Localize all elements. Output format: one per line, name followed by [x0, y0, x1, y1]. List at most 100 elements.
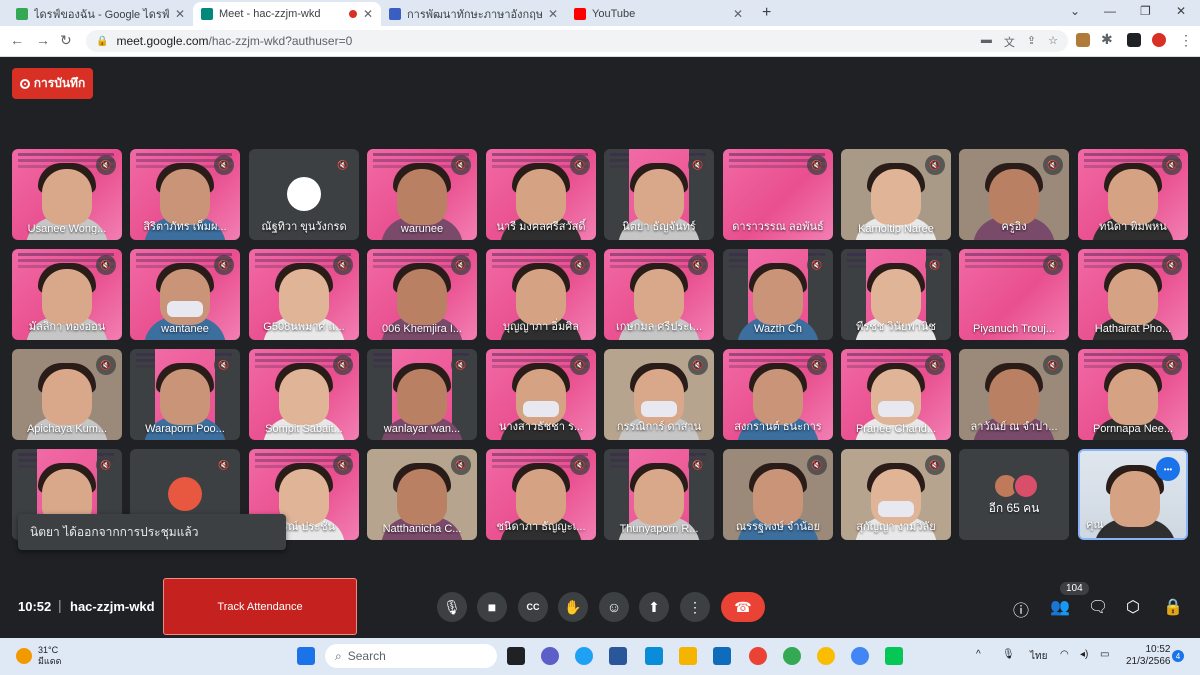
participant-tile[interactable]: 🔇 G508นพมาศ แ... [249, 249, 359, 340]
weather-widget[interactable]: 31°C มีแดด [16, 645, 61, 667]
participant-tile[interactable]: 🔇 เกษกมล ศรีประเ... [604, 249, 714, 340]
microphone-tray-icon[interactable]: 🎙 [1002, 649, 1015, 660]
new-tab-icon[interactable]: + [762, 4, 771, 22]
participant-tile[interactable]: 🔇 Piyanuch Trouj... [959, 249, 1069, 340]
chrome-profile-icon[interactable] [783, 647, 801, 665]
participant-tile[interactable]: 🔇 สงกรานต์ ธนะการ [723, 349, 833, 440]
participant-tile[interactable]: อีก 65 คน [959, 449, 1069, 540]
participant-tile[interactable]: 🔇 Pranee Chand... [841, 349, 951, 440]
input-language[interactable]: ไทย [1030, 649, 1047, 664]
notification-badge[interactable]: 4 [1172, 650, 1184, 662]
window-close-icon[interactable]: ✕ [1176, 4, 1186, 18]
mail-icon[interactable] [713, 647, 731, 665]
reload-icon[interactable]: ↻ [60, 32, 72, 49]
camera-icon[interactable]: ▬ [981, 34, 992, 50]
tab-youtube[interactable]: YouTube ✕ [566, 2, 751, 26]
participant-tile[interactable]: 🔇 สุกัญญา งามวิลัย [841, 449, 951, 540]
microphone-button[interactable]: 🎙 [437, 592, 467, 622]
participant-tile[interactable]: 🔇 กรรณิการ์ ดาสาน [604, 349, 714, 440]
close-icon[interactable]: ✕ [363, 7, 373, 21]
back-icon[interactable]: ← [10, 32, 24, 48]
participant-tile[interactable]: 🔇 wantanee [130, 249, 240, 340]
captions-button[interactable]: CC [518, 592, 548, 622]
taskbar-search[interactable]: ⌕ Search [325, 644, 497, 668]
side-panel-icon[interactable] [1127, 33, 1141, 47]
participant-tile[interactable]: 🔇 Wazth Ch [723, 249, 833, 340]
tab-meet[interactable]: Meet - hac-zzjm-wkd ✕ [193, 2, 381, 26]
participant-tile[interactable]: 🔇 สิริตาภัทร เพ็มผ... [130, 149, 240, 240]
chrome-icon[interactable] [749, 647, 767, 665]
edge-icon[interactable] [575, 647, 593, 665]
participant-tile[interactable]: 🔇 ณัฐทิวา ขุนวังกรด [249, 149, 359, 240]
participant-tile[interactable]: 🔇 ทนิดา พิมพหน [1078, 149, 1188, 240]
participant-tile[interactable]: 🔇 นิตยา ธัญจันทร์ [604, 149, 714, 240]
people-icon[interactable]: 👥 [1050, 597, 1070, 617]
address-bar[interactable]: 🔒 meet.google.com/hac-zzjm-wkd?authuser=… [86, 30, 1068, 52]
chrome-profile-icon[interactable] [851, 647, 869, 665]
more-options-icon[interactable]: ••• [1156, 457, 1180, 481]
volume-icon[interactable]: ◂) [1080, 649, 1088, 660]
tab-english-course[interactable]: การพัฒนาทักษะภาษาอังกฤษ English ✕ [381, 2, 566, 26]
participant-tile[interactable]: 🔇 Apichaya Kum... [12, 349, 122, 440]
lock-icon[interactable]: 🔒 [96, 36, 108, 47]
restore-icon[interactable]: ❐ [1140, 4, 1151, 18]
menu-kebab-icon[interactable]: ⋮ [1179, 32, 1193, 49]
participant-tile[interactable]: 🔇 ดาราวรรณ ลอพันธ์ [723, 149, 833, 240]
more-options-button[interactable]: ⋮ [680, 592, 710, 622]
participant-tile[interactable]: 🔇 warunee [367, 149, 477, 240]
participant-tile[interactable]: 🔇 ณรรฐพงษ์ จำน้อย [723, 449, 833, 540]
leave-call-button[interactable]: ☎ [721, 592, 765, 622]
extensions-puzzle-icon[interactable]: ✱ [1101, 31, 1113, 48]
battery-icon[interactable]: ▭ [1100, 649, 1109, 660]
word-icon[interactable] [609, 647, 627, 665]
share-icon[interactable]: ⇪ [1027, 34, 1036, 50]
tab-search-icon[interactable]: ⌄ [1070, 4, 1080, 18]
close-icon[interactable]: ✕ [175, 7, 185, 21]
participant-tile[interactable]: 🔇 นารี มงคลศรีสวัสดิ์ [486, 149, 596, 240]
participant-tile[interactable]: 🔇 Kamoltip Naree [841, 149, 951, 240]
participant-tile[interactable]: ••• คุณ [1078, 449, 1188, 540]
participant-tile[interactable]: 🔇 006 Khemjira I... [367, 249, 477, 340]
participant-tile[interactable]: 🔇 บุญญาภา อิ่มศิล [486, 249, 596, 340]
participant-tile[interactable]: 🔇 Waraporn Poo... [130, 349, 240, 440]
line-icon[interactable] [885, 647, 903, 665]
participant-tile[interactable]: 🔇 Sompit Sabait... [249, 349, 359, 440]
participant-tile[interactable]: 🔇 Pornnapa Nee... [1078, 349, 1188, 440]
minimize-icon[interactable]: — [1104, 4, 1116, 18]
participant-tile[interactable]: 🔇 มัลลิกา ทองอ่อน [12, 249, 122, 340]
close-icon[interactable]: ✕ [733, 7, 743, 21]
show-hidden-icons-icon[interactable]: ^ [976, 649, 981, 660]
chat-icon[interactable]: 🗨 [1088, 597, 1108, 617]
reactions-button[interactable]: ☺ [599, 592, 629, 622]
task-view-icon[interactable] [507, 647, 525, 665]
track-attendance-button[interactable]: Track Attendance [163, 578, 357, 635]
translate-icon[interactable]: 文 [1004, 34, 1015, 50]
activities-icon[interactable]: ⬡ [1126, 597, 1140, 617]
participant-tile[interactable]: 🔇 Hathairat Pho... [1078, 249, 1188, 340]
camera-button[interactable]: ■ [477, 592, 507, 622]
teams-chat-icon[interactable] [541, 647, 559, 665]
participant-tile[interactable]: 🔇 Usanee Wong... [12, 149, 122, 240]
extension-icon[interactable] [1076, 33, 1090, 47]
participant-tile[interactable]: 🔇 ลาวัณย์ ณ จำปา... [959, 349, 1069, 440]
tab-google-drive[interactable]: ไดรฟ์ของฉัน - Google ไดรฟ์ ✕ [8, 2, 193, 26]
close-icon[interactable]: ✕ [548, 7, 558, 21]
taskbar-clock[interactable]: 10:52 21/3/2566 [1126, 644, 1171, 668]
recording-button[interactable]: การบันทึก [12, 68, 93, 99]
present-button[interactable]: ⬆ [639, 592, 669, 622]
participant-tile[interactable]: 🔇 พีรชช วินัยพานิช [841, 249, 951, 340]
chrome-profile-icon[interactable] [817, 647, 835, 665]
meeting-info-icon[interactable]: ⓘ [1013, 597, 1029, 621]
app-l-icon[interactable] [645, 647, 663, 665]
wifi-icon[interactable]: ◠ [1060, 649, 1069, 660]
file-explorer-icon[interactable] [679, 647, 697, 665]
windows-start-icon[interactable] [297, 647, 315, 665]
participant-tile[interactable]: 🔇 wanlayar wan... [367, 349, 477, 440]
participant-tile[interactable]: 🔇 นางสาวธัชชา ร... [486, 349, 596, 440]
participant-tile[interactable]: 🔇 Natthanicha C... [367, 449, 477, 540]
participant-tile[interactable]: 🔇 ครูอิง [959, 149, 1069, 240]
bookmark-star-icon[interactable]: ☆ [1048, 34, 1058, 50]
forward-icon[interactable]: → [36, 32, 50, 48]
participant-tile[interactable]: 🔇 Thunyaporn R... [604, 449, 714, 540]
host-controls-icon[interactable]: 🔒 [1163, 597, 1183, 617]
